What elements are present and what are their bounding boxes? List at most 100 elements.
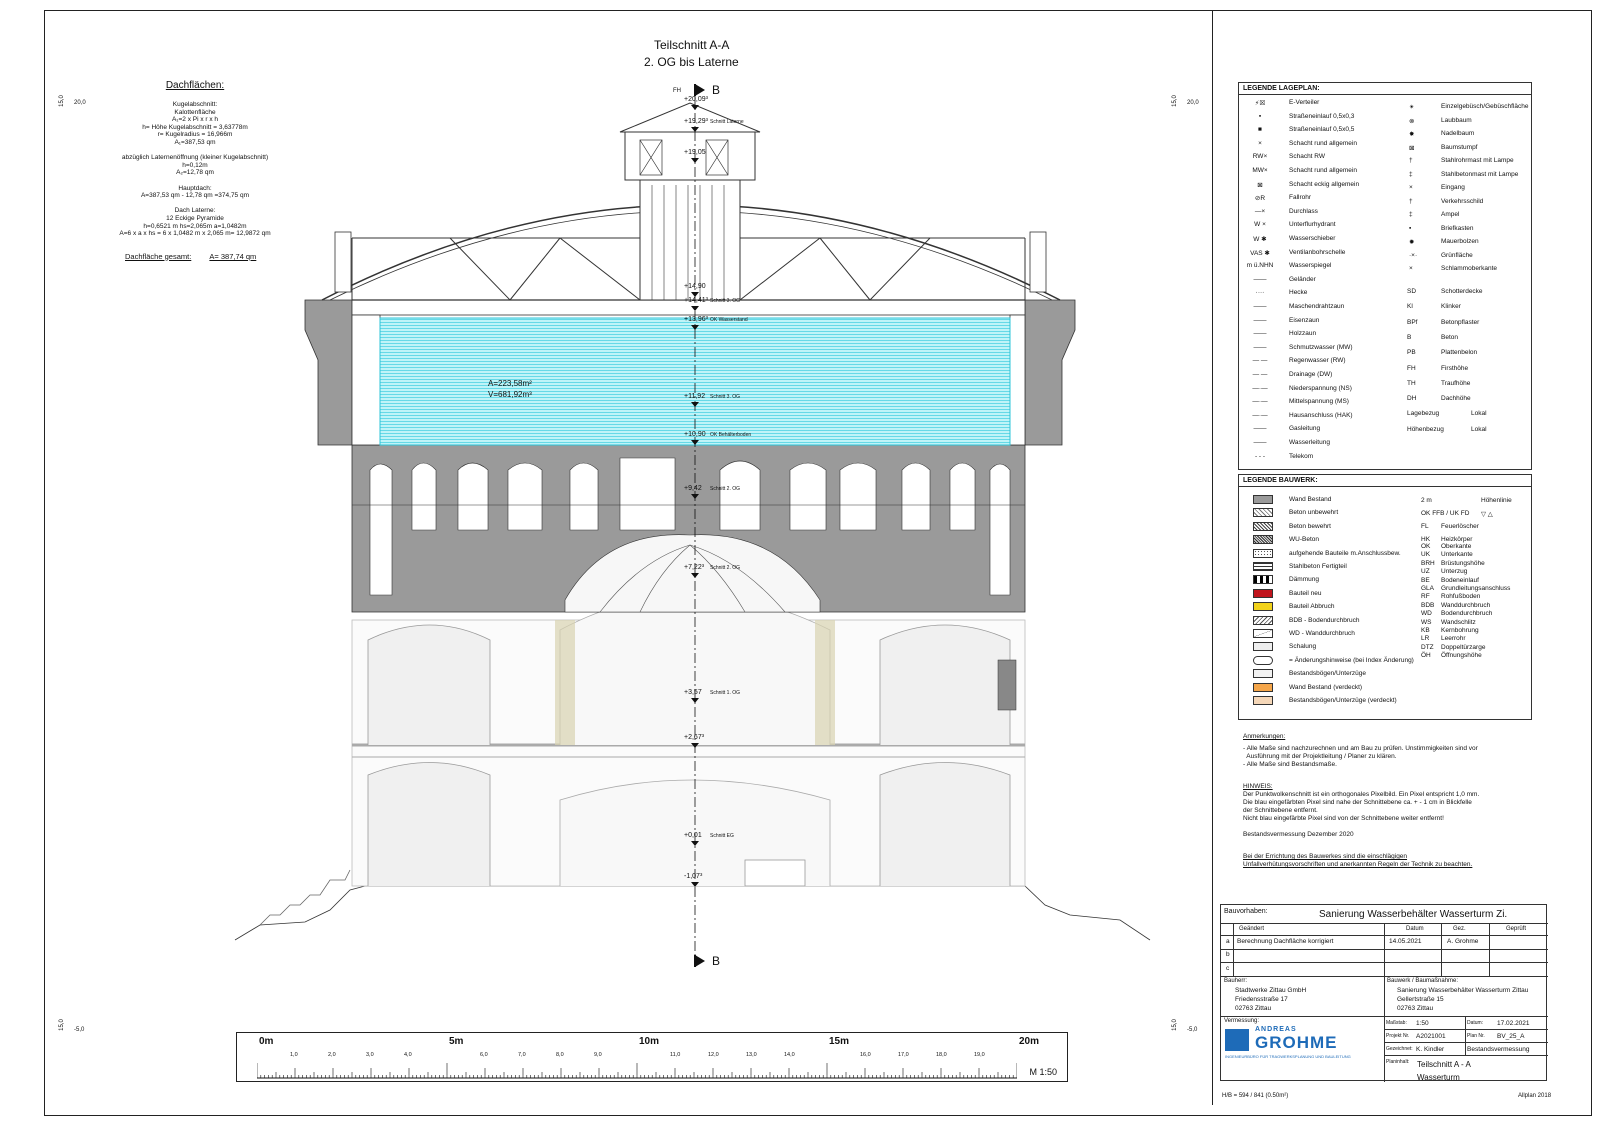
legend-site-symbol-icon: —— — [1253, 343, 1267, 351]
level-value: +0,01 — [684, 832, 702, 839]
legend-site-symbol-icon: ■ — [1258, 126, 1262, 134]
field-value: 1:50 — [1416, 1020, 1429, 1027]
tank-volume: V=681,92m³ — [488, 390, 532, 399]
scale-minor-label: 18,0 — [936, 1052, 947, 1058]
level-marker-icon — [691, 743, 699, 748]
legend-site-symbol-icon: ⊘R — [1254, 195, 1266, 203]
owner-line: 02763 Zittau — [1235, 1005, 1272, 1012]
surveyor-label: Vermessung: — [1224, 1018, 1260, 1024]
legend-building-label: Kernbohrung — [1441, 627, 1479, 634]
legend-site-label: Laubbaum — [1441, 116, 1472, 124]
scale-minor-label: 3,0 — [366, 1052, 374, 1058]
legend-building-label: Bodendurchbruch — [1441, 610, 1493, 618]
legend-site-label: Stahlrohrmast mit Lampe — [1441, 157, 1514, 164]
legend-site-label: Eisenzaun — [1289, 316, 1320, 324]
legend-building-label: Oberkante — [1441, 543, 1472, 550]
title-block: Bauvorhaben: Sanierung Wasserbehälter Wa… — [1220, 904, 1548, 1082]
measure-line: Sanierung Wasserbehälter Wasserturm Zitt… — [1397, 987, 1529, 994]
legend-site-label: Schacht RW — [1289, 153, 1326, 161]
measure-line: 02763 Zittau — [1397, 1005, 1434, 1012]
legend-building-abbrev: RF — [1421, 593, 1430, 601]
field-value: K. Kindler — [1416, 1046, 1445, 1053]
legend-site-label: Telekom — [1289, 452, 1314, 460]
legend-site-title: LEGENDE LAGEPLAN: — [1239, 83, 1531, 95]
fh-label: FH — [673, 88, 681, 94]
legend-building-label: Stahlbeton Fertigteil — [1289, 563, 1347, 570]
field-row-line — [1384, 1029, 1548, 1030]
legend-building-swatch — [1253, 629, 1273, 638]
legend-site: LEGENDE LAGEPLAN: ⚡☒ E-Verteiler ▪ Straßene… — [1238, 82, 1532, 470]
measure-label: Bauwerk / Baumaßnahme: — [1387, 978, 1459, 984]
legend-site-label: Holzzaun — [1289, 330, 1317, 338]
level-note: Schnitt Laterne — [710, 119, 744, 125]
legend-building-label: BDB - Bodendurchbruch — [1289, 616, 1360, 624]
legend-building-abbrev: LR — [1421, 635, 1430, 643]
legend-site-abbrev: TH — [1407, 379, 1416, 387]
company-logo-icon — [1225, 1029, 1249, 1051]
measure-lines: Sanierung Wasserbehälter Wasserturm Zitt… — [1397, 986, 1528, 1013]
revision-text: Berechnung Dachfläche korrigiert — [1237, 938, 1334, 945]
level-note: Schnitt 2. OG — [710, 486, 741, 492]
note-line: - Alle Maße sind nachzurechnen und am Ba… — [1243, 745, 1478, 752]
software-text: Allplan 2018 — [1518, 1093, 1552, 1099]
legend-building-label: = Änderungshinweise (bei Index Änderung) — [1289, 656, 1414, 664]
level-value: +14,90 — [684, 283, 706, 290]
legend-site-label: Fallrohr — [1289, 194, 1312, 202]
owner-line: Friedensstraße 17 — [1235, 996, 1288, 1003]
level-value: +3,57 — [684, 689, 702, 696]
legend-site-abbrev: Kl — [1407, 303, 1413, 311]
rev-header-checked: Geprüft — [1506, 926, 1527, 932]
legend-site-label: Schacht eckig allgemein — [1289, 180, 1360, 188]
scale-minor-label: 4,0 — [404, 1052, 412, 1058]
legend-site-symbol-icon: —·— — [1252, 411, 1268, 419]
field-col-line — [1465, 1016, 1466, 1055]
scale-minor-label: 14,0 — [784, 1052, 795, 1058]
legend-site-symbol-icon: ▪ — [1409, 224, 1412, 232]
legend-site-abbrev: FH — [1407, 364, 1416, 372]
legend-site-label: Unterflurhydrant — [1289, 221, 1336, 229]
scale-minor-label: 11,0 — [670, 1052, 681, 1058]
legend-site-label: Schotterdecke — [1441, 288, 1483, 295]
section-marker-top: B — [712, 83, 721, 97]
level-marker-icon — [691, 494, 699, 499]
owner-line: Stadtwerke Zittau GmbH — [1235, 987, 1307, 994]
hint-heading: HINWEIS: — [1243, 783, 1273, 790]
field-label: Projekt Nr. — [1386, 1033, 1410, 1039]
legend-site-symbol-icon: ⊗ — [1409, 117, 1415, 125]
legend-building-abbrev: OK — [1421, 543, 1431, 550]
legend-site-symbol-icon: — — — [1252, 357, 1268, 365]
legend-site-symbol-icon: VAS ✱ — [1250, 249, 1270, 257]
legend-building-label: Doppeltürzarge — [1441, 643, 1486, 651]
hint-line: Die blau eingefärbten Pixel sind nahe de… — [1243, 799, 1472, 806]
project-name: Sanierung Wasserbehälter Wasserturm Zi. — [1319, 909, 1508, 920]
legend-site-symbol-icon: ‡ — [1409, 170, 1413, 178]
scale-minor-label: 19,0 — [974, 1052, 985, 1058]
level-value: +20,09³ — [684, 96, 708, 103]
legend-building-abbrev: HK — [1421, 536, 1431, 543]
legend-site-label: Briefkasten — [1441, 224, 1474, 232]
format-text: H/B = 594 / 841 (0.50m²) — [1222, 1093, 1289, 1099]
safety-line: Bei der Errichtung des Bauwerkes sind di… — [1243, 853, 1408, 860]
field-label: Planinhalt: — [1386, 1059, 1410, 1065]
legend-building-label: Wanddurchbruch — [1441, 601, 1491, 609]
legend-site-symbol-icon: ✸ — [1409, 131, 1415, 138]
legend-site-label: Ampel — [1441, 211, 1460, 218]
legend-site-label: E-Verteiler — [1289, 99, 1320, 106]
scale-minor-label: 1,0 — [290, 1052, 298, 1058]
legend-site-symbol-icon: — — — [1252, 371, 1268, 378]
legend-site-label: Schlammoberkante — [1441, 265, 1497, 272]
revision-index: c — [1226, 964, 1230, 972]
hint-line: der Schnittebene entfernt. — [1243, 807, 1318, 814]
safety-line: Unfallverhütungsvorschriften und anerkan… — [1243, 861, 1473, 868]
legend-building: LEGENDE BAUWERK: Wand Bestand Beton unbew… — [1238, 474, 1532, 720]
legend-site-label: Schmutzwasser (MW) — [1289, 343, 1353, 351]
field-label: Gezeichnet: — [1386, 1046, 1413, 1052]
company-name: GROHME — [1255, 1033, 1338, 1052]
legend-site-label: Stahlbetonmast mit Lampe — [1441, 170, 1519, 178]
legend-site-label: Niederspannung (NS) — [1289, 384, 1352, 392]
level-marker-icon — [691, 573, 699, 578]
legend-site-symbol-icon: —— — [1253, 425, 1267, 433]
level-note: Schnitt 2. OG — [710, 565, 741, 571]
level-note: OK Wasserstand — [710, 317, 748, 323]
legend-building-label: Heizkörper — [1441, 536, 1473, 543]
